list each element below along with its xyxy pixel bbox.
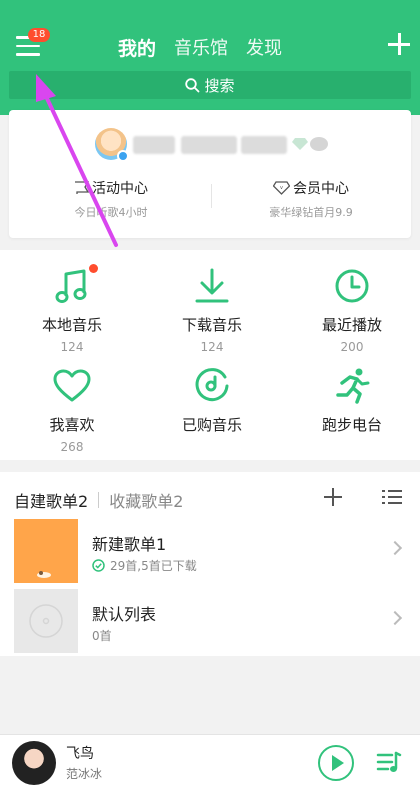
downloaded-check-icon [92, 559, 105, 572]
download-icon [195, 268, 229, 303]
grid-item-downloads[interactable]: 下载音乐 124 [142, 266, 282, 354]
album-art[interactable] [12, 741, 56, 785]
activity-center-subtitle: 今日听歌4小时 [74, 206, 148, 219]
vip-diamond-icon: v [273, 181, 290, 195]
vip-center-button[interactable]: v 会员中心 豪华绿钻首月9.9 [221, 178, 401, 220]
activity-center-label: 活动中心 [92, 181, 148, 197]
grid-item-label: 最近播放 [321, 316, 382, 334]
activity-center-button[interactable]: 活动中心 今日听歌4小时 [21, 178, 201, 220]
song-artist: 范冰冰 [66, 767, 103, 781]
notification-badge: 18 [28, 28, 50, 42]
heart-icon [53, 369, 91, 402]
diamond-icon [292, 138, 308, 150]
music-note-icon [55, 269, 87, 303]
avatar-status-badge [117, 150, 129, 162]
playlist-meta: 0首 [92, 627, 112, 644]
new-indicator-dot [89, 264, 98, 273]
tab-created-playlists[interactable]: 自建歌单2 [14, 488, 88, 512]
blurred-username [133, 136, 175, 154]
grid-item-label: 我喜欢 [49, 416, 95, 434]
playlist-cover [14, 519, 78, 583]
grid-item-favorites[interactable]: 我喜欢 268 [2, 366, 142, 454]
playlist-name: 新建歌单1 [92, 535, 167, 554]
grid-item-label: 下载音乐 [181, 316, 242, 334]
chevron-right-icon [387, 540, 403, 556]
search-icon [185, 77, 200, 92]
grid-item-count: 124 [60, 340, 84, 354]
blurred-level [241, 136, 287, 154]
cartoon-thumbnail-icon [37, 571, 51, 578]
svg-text:v: v [280, 185, 283, 191]
vip-center-subtitle: 豪华绿钻首月9.9 [269, 206, 353, 219]
grid-item-purchased[interactable]: 已购音乐 [142, 366, 282, 435]
playlist-row[interactable]: 新建歌单1 29首,5首已下载 [14, 519, 420, 583]
top-header: 18 我的 音乐馆 发现 搜索 [0, 0, 420, 115]
grid-item-recent[interactable]: 最近播放 200 [282, 266, 420, 354]
playlist-meta: 29首,5首已下载 [92, 557, 197, 574]
grid-item-label: 本地音乐 [41, 316, 102, 334]
clock-icon [335, 269, 369, 303]
tab-collected-playlists[interactable]: 收藏歌单2 [109, 488, 183, 512]
play-button[interactable] [318, 745, 354, 781]
playlist-section: 自建歌单2 收藏歌单2 新建歌单1 29首,5首已下载 默认列表 0首 [0, 472, 420, 656]
playlist-tabs: 自建歌单2 收藏歌单2 [14, 488, 183, 512]
grid-item-count: 200 [340, 340, 364, 354]
search-placeholder: 搜索 [204, 76, 235, 95]
main-tabs: 我的 音乐馆 发现 [118, 34, 282, 61]
feature-grid: 本地音乐 124 下载音乐 124 最近播放 200 我喜欢 268 已购音乐 … [0, 250, 420, 460]
running-icon [336, 368, 370, 404]
vip-center-label: 会员中心 [293, 181, 349, 197]
flag-icon [75, 181, 89, 194]
grid-item-label: 已购音乐 [181, 416, 242, 434]
blurred-username-part [181, 136, 237, 154]
disc-placeholder-icon [29, 604, 63, 638]
divider [211, 184, 212, 208]
grid-item-running-radio[interactable]: 跑步电台 [282, 366, 420, 435]
search-bar[interactable]: 搜索 [9, 71, 411, 99]
tab-separator [98, 492, 100, 508]
tab-mine[interactable]: 我的 [118, 34, 156, 61]
grid-item-local-music[interactable]: 本地音乐 124 [2, 264, 142, 354]
tab-music-hall[interactable]: 音乐馆 [174, 34, 228, 61]
grid-item-count: 268 [60, 440, 84, 454]
manage-list-icon[interactable] [382, 489, 402, 505]
playlist-cover [14, 589, 78, 653]
purchased-music-icon [195, 368, 229, 402]
chevron-right-icon [387, 610, 403, 626]
level-icon [310, 137, 328, 151]
playlist-name: 默认列表 [92, 605, 157, 624]
playlist-row[interactable]: 默认列表 0首 [14, 589, 420, 653]
add-playlist-icon[interactable] [324, 488, 342, 506]
grid-item-count: 124 [200, 340, 224, 354]
add-icon[interactable] [388, 33, 410, 55]
song-title: 飞鸟 [66, 746, 94, 762]
mini-player[interactable]: 飞鸟 范冰冰 [0, 734, 420, 795]
playlist-meta-text: 29首,5首已下载 [110, 559, 197, 573]
playlist-queue-icon[interactable] [376, 749, 402, 775]
tab-discover[interactable]: 发现 [246, 34, 282, 61]
profile-card: 活动中心 今日听歌4小时 v 会员中心 豪华绿钻首月9.9 [9, 110, 411, 238]
grid-item-label: 跑步电台 [321, 416, 382, 434]
playlist-meta-text: 0首 [92, 629, 112, 643]
